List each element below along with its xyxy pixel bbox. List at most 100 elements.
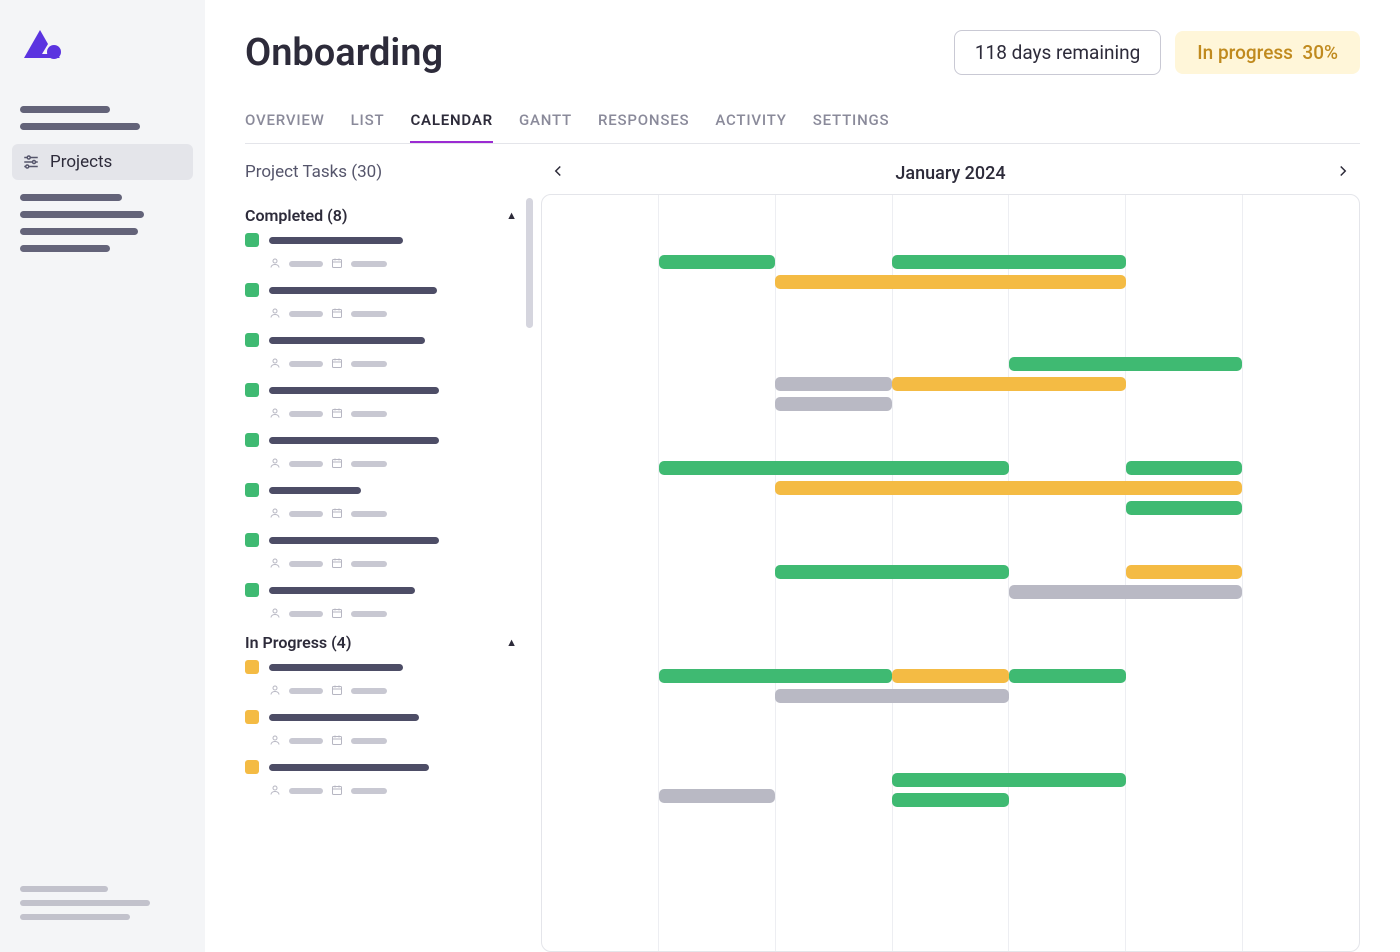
status-chip — [245, 583, 259, 597]
status-chip — [245, 383, 259, 397]
tab-responses[interactable]: RESPONSES — [598, 111, 689, 143]
calendar-icon — [331, 681, 343, 700]
status-chip — [245, 333, 259, 347]
sidebar-footer-item[interactable] — [20, 914, 130, 920]
sidebar-item[interactable] — [20, 194, 122, 201]
calendar-icon — [331, 604, 343, 623]
task-row[interactable] — [245, 533, 517, 573]
user-icon — [269, 604, 281, 623]
task-row[interactable] — [245, 433, 517, 473]
calendar-icon — [331, 454, 343, 473]
calendar-bar[interactable] — [1009, 669, 1126, 683]
date-placeholder — [351, 461, 387, 467]
calendar-bar[interactable] — [659, 461, 1009, 475]
sidebar-item[interactable] — [20, 245, 110, 252]
calendar-bar[interactable] — [775, 481, 1242, 495]
task-title-placeholder — [269, 337, 425, 344]
sidebar-item-projects[interactable]: Projects — [12, 144, 193, 180]
page-title: Onboarding — [245, 31, 443, 75]
task-list-panel: Project Tasks (30) Completed (8)▲ In Prog… — [245, 162, 517, 952]
sidebar-item[interactable] — [20, 211, 144, 218]
calendar-bar[interactable] — [659, 789, 776, 803]
calendar-panel: January 2024 — [541, 162, 1360, 952]
next-month-button[interactable] — [1334, 162, 1352, 184]
task-row[interactable] — [245, 383, 517, 423]
chevron-left-icon — [549, 162, 567, 180]
assignee-placeholder — [289, 361, 323, 367]
task-row[interactable] — [245, 583, 517, 623]
task-row[interactable] — [245, 710, 517, 750]
prev-month-button[interactable] — [549, 162, 567, 184]
calendar-icon — [331, 254, 343, 273]
task-title-placeholder — [269, 664, 403, 671]
calendar-bar[interactable] — [775, 689, 1008, 703]
status-badge: In progress 30% — [1175, 31, 1360, 74]
assignee-placeholder — [289, 611, 323, 617]
chevron-right-icon — [1334, 162, 1352, 180]
task-row[interactable] — [245, 660, 517, 700]
calendar-icon — [331, 504, 343, 523]
task-row[interactable] — [245, 760, 517, 800]
tabs: OVERVIEW LIST CALENDAR GANTT RESPONSES ACTIVI… — [245, 111, 1360, 144]
calendar-bar[interactable] — [775, 377, 892, 391]
user-icon — [269, 504, 281, 523]
task-title-placeholder — [269, 537, 439, 544]
tab-overview[interactable]: OVERVIEW — [245, 111, 325, 143]
task-title-placeholder — [269, 287, 437, 294]
calendar-bar[interactable] — [775, 275, 1125, 289]
task-row[interactable] — [245, 283, 517, 323]
status-chip — [245, 483, 259, 497]
calendar-bar[interactable] — [892, 255, 1125, 269]
calendar-bar[interactable] — [1009, 585, 1242, 599]
sidebar-footer-item[interactable] — [20, 886, 108, 892]
task-title-placeholder — [269, 764, 429, 771]
task-row[interactable] — [245, 333, 517, 373]
user-icon — [269, 304, 281, 323]
user-icon — [269, 681, 281, 700]
task-title-placeholder — [269, 714, 419, 721]
task-group-header[interactable]: In Progress (4)▲ — [245, 633, 517, 652]
calendar-bar[interactable] — [1009, 357, 1242, 371]
assignee-placeholder — [289, 688, 323, 694]
calendar-bar[interactable] — [1126, 565, 1243, 579]
calendar-bar[interactable] — [892, 669, 1009, 683]
task-list-title: Project Tasks (30) — [245, 162, 517, 182]
status-chip — [245, 710, 259, 724]
scrollbar[interactable] — [526, 198, 533, 328]
calendar-bar[interactable] — [892, 773, 1125, 787]
calendar-bar[interactable] — [659, 669, 892, 683]
calendar-bar[interactable] — [892, 793, 1009, 807]
task-group-header[interactable]: Completed (8)▲ — [245, 206, 517, 225]
tab-settings[interactable]: SETTINGS — [813, 111, 890, 143]
assignee-placeholder — [289, 411, 323, 417]
user-icon — [269, 254, 281, 273]
sidebar-item[interactable] — [20, 106, 110, 113]
calendar-grid[interactable] — [541, 194, 1360, 952]
date-placeholder — [351, 411, 387, 417]
date-placeholder — [351, 311, 387, 317]
calendar-bar[interactable] — [1126, 501, 1243, 515]
calendar-bar[interactable] — [775, 565, 1008, 579]
tab-activity[interactable]: ACTIVITY — [715, 111, 786, 143]
user-icon — [269, 454, 281, 473]
calendar-bar[interactable] — [1126, 461, 1243, 475]
date-placeholder — [351, 688, 387, 694]
sidebar-footer-item[interactable] — [20, 900, 150, 906]
tab-gantt[interactable]: GANTT — [519, 111, 572, 143]
sidebar-item[interactable] — [20, 123, 140, 130]
assignee-placeholder — [289, 738, 323, 744]
calendar-bar[interactable] — [892, 377, 1125, 391]
task-row[interactable] — [245, 233, 517, 273]
sidebar-item[interactable] — [20, 228, 138, 235]
sidebar-item-label: Projects — [50, 152, 112, 172]
assignee-placeholder — [289, 461, 323, 467]
task-row[interactable] — [245, 483, 517, 523]
calendar-bar[interactable] — [775, 397, 892, 411]
tab-calendar[interactable]: CALENDAR — [410, 111, 493, 143]
calendar-bar[interactable] — [659, 255, 776, 269]
task-title-placeholder — [269, 487, 361, 494]
user-icon — [269, 354, 281, 373]
status-chip — [245, 233, 259, 247]
tab-list[interactable]: LIST — [351, 111, 385, 143]
date-placeholder — [351, 361, 387, 367]
